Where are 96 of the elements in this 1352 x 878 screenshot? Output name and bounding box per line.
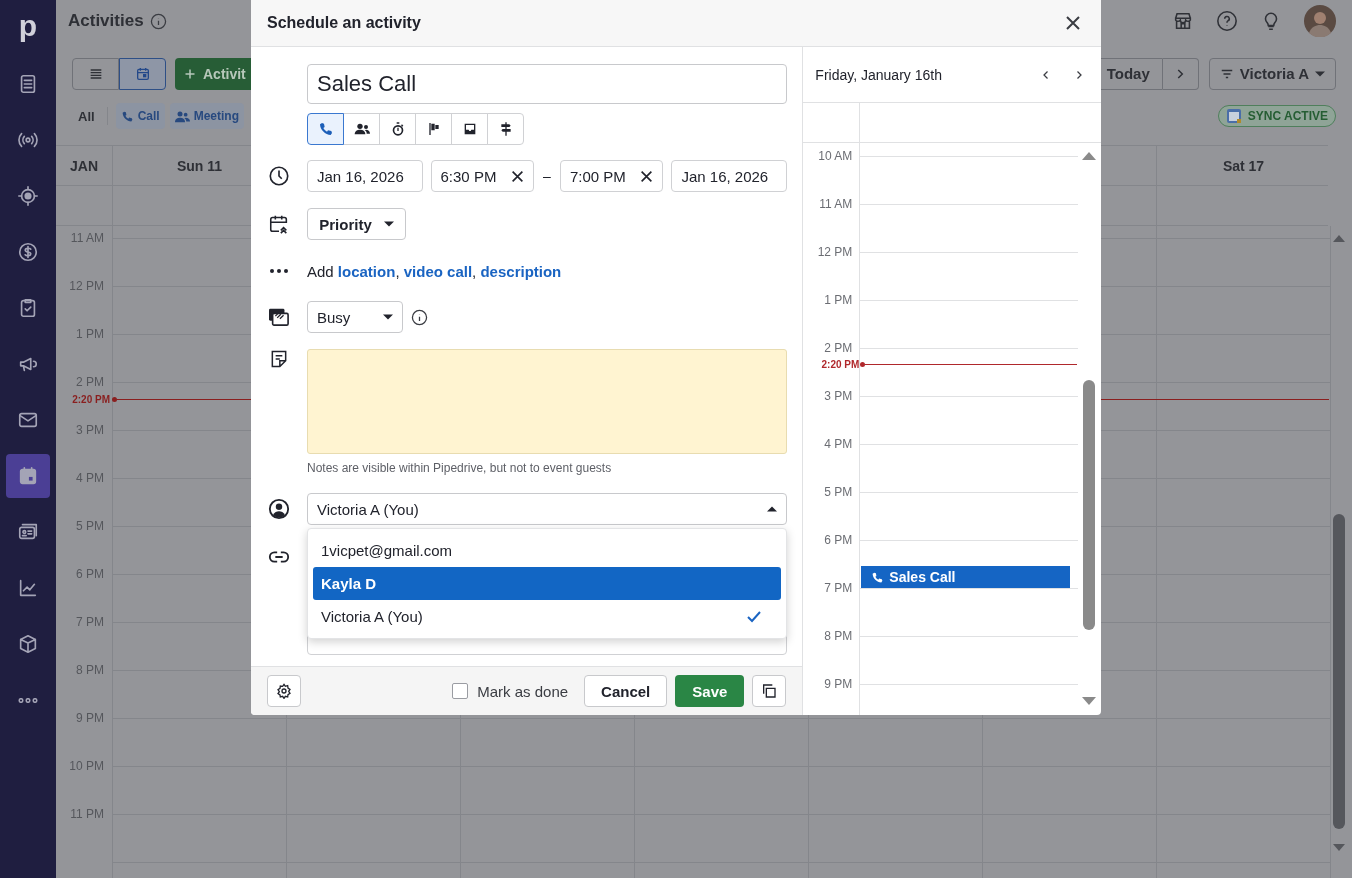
notes-hint: Notes are visible within Pipedrive, but not to event guests (307, 461, 612, 475)
hour-label: 8 PM (823, 629, 853, 643)
hour-label: 6 PM (75, 567, 104, 581)
range-separator: – (543, 168, 551, 184)
notes-field[interactable] (307, 349, 787, 454)
owner-option[interactable]: Kayla D (313, 567, 781, 600)
settings-button[interactable] (267, 675, 301, 707)
hour-label: 4 PM (823, 437, 853, 451)
hour-label: 6 PM (823, 533, 853, 547)
start-date-field[interactable]: Jan 16, 2026 (307, 160, 423, 192)
add-details-text: Add location, video call, description (307, 262, 562, 280)
info-icon[interactable] (411, 308, 428, 326)
mark-done-checkbox[interactable] (452, 683, 469, 699)
owner-dropdown[interactable]: Victoria A (You) (307, 493, 787, 525)
hour-label: 5 PM (75, 519, 104, 533)
month-label: JAN (70, 157, 98, 174)
target-icon (17, 185, 39, 207)
nav-button[interactable] (6, 454, 50, 498)
copy-icon (761, 683, 778, 699)
link-icon (268, 551, 290, 563)
hour-label: 5 PM (823, 485, 853, 499)
end-date-field[interactable]: Jan 16, 2026 (671, 160, 787, 192)
calendar-icon (134, 65, 151, 82)
logo[interactable]: p (18, 0, 38, 56)
hour-label: 10 PM (68, 759, 104, 773)
cancel-button[interactable]: Cancel (584, 675, 668, 707)
help-icon[interactable] (1216, 10, 1238, 32)
day-title: Friday, January 16th (815, 66, 943, 83)
box-icon (17, 633, 39, 655)
calendar-priority-icon (268, 213, 290, 235)
note-icon (269, 349, 289, 369)
settings-icon (276, 683, 292, 699)
hour-label: 9 PM (823, 677, 853, 691)
hour-label: 1 PM (75, 327, 104, 341)
plus-icon (184, 67, 196, 80)
hour-label: 3 PM (75, 423, 104, 437)
availability-icon (268, 307, 290, 327)
clock-icon (268, 165, 290, 187)
hour-label: 2 PM (823, 341, 853, 355)
subject-field[interactable]: Sales Call (307, 64, 787, 104)
more-icon (270, 269, 288, 273)
more-icon (18, 697, 38, 703)
close-icon (1065, 15, 1081, 31)
calendar-logo-icon (1225, 108, 1242, 124)
hour-label: 4 PM (75, 471, 104, 485)
dialog-title: Schedule an activity (267, 14, 421, 32)
user-icon (268, 498, 290, 520)
current-time-label: 2:20 PM (71, 394, 110, 405)
store-icon[interactable] (1172, 10, 1194, 32)
list-view-button[interactable] (72, 57, 119, 90)
calendar-view-button[interactable] (119, 57, 166, 90)
phone-icon (120, 109, 134, 123)
start-time-field[interactable]: 6:30 PM (430, 160, 535, 192)
calendar-icon (17, 465, 39, 487)
caret-icon (1315, 70, 1325, 77)
dollar-icon (17, 241, 39, 263)
hour-label: 2 PM (75, 375, 104, 389)
phone-icon (317, 121, 334, 137)
hour-label: 9 PM (75, 711, 104, 725)
owner-filter-dropdown[interactable]: Victoria A (1208, 57, 1336, 90)
duplicate-button[interactable] (752, 675, 787, 707)
hour-label: 11 AM (69, 231, 104, 245)
caret-icon (383, 314, 393, 320)
sync-status-badge: SYNC ACTIVE (1217, 105, 1336, 127)
add-detail-link[interactable]: description (480, 262, 562, 280)
hour-label: 7 PM (823, 581, 853, 595)
day-header: Sat 17 (1222, 157, 1265, 174)
add-detail-link[interactable]: location (337, 262, 396, 280)
hour-label: 12 PM (816, 245, 853, 259)
clear-icon[interactable] (511, 169, 525, 183)
avatar[interactable] (1304, 5, 1336, 37)
hour-label: 1 PM (823, 293, 853, 307)
priority-dropdown[interactable]: Priority (307, 208, 406, 240)
people-icon (353, 121, 370, 137)
mark-done-label: Mark as done (477, 682, 569, 700)
page-title: Activities (68, 11, 144, 31)
calendar-event[interactable]: Sales Call (861, 566, 1071, 588)
availability-dropdown[interactable]: Busy (307, 301, 403, 333)
hour-label: 11 AM (818, 197, 853, 211)
hour-label: 8 PM (75, 663, 104, 677)
hour-label: 7 PM (75, 615, 104, 629)
hour-label: 11 PM (69, 807, 104, 821)
hour-label: 12 PM (68, 279, 104, 293)
people-icon (174, 109, 190, 123)
add-detail-link[interactable]: video call (403, 262, 473, 280)
save-button[interactable]: Save (675, 675, 745, 707)
hour-label: 10 AM (817, 149, 853, 163)
phone-icon (871, 570, 885, 584)
filter-all[interactable]: All (74, 108, 99, 124)
chart-icon (17, 577, 39, 599)
clear-icon[interactable] (640, 169, 654, 183)
day-header: Sun 11 (176, 157, 223, 174)
current-time-label: 2:20 PM (820, 359, 860, 370)
hour-label: 3 PM (823, 389, 853, 403)
end-time-field[interactable]: 7:00 PM (559, 160, 664, 192)
check-icon (747, 610, 761, 623)
